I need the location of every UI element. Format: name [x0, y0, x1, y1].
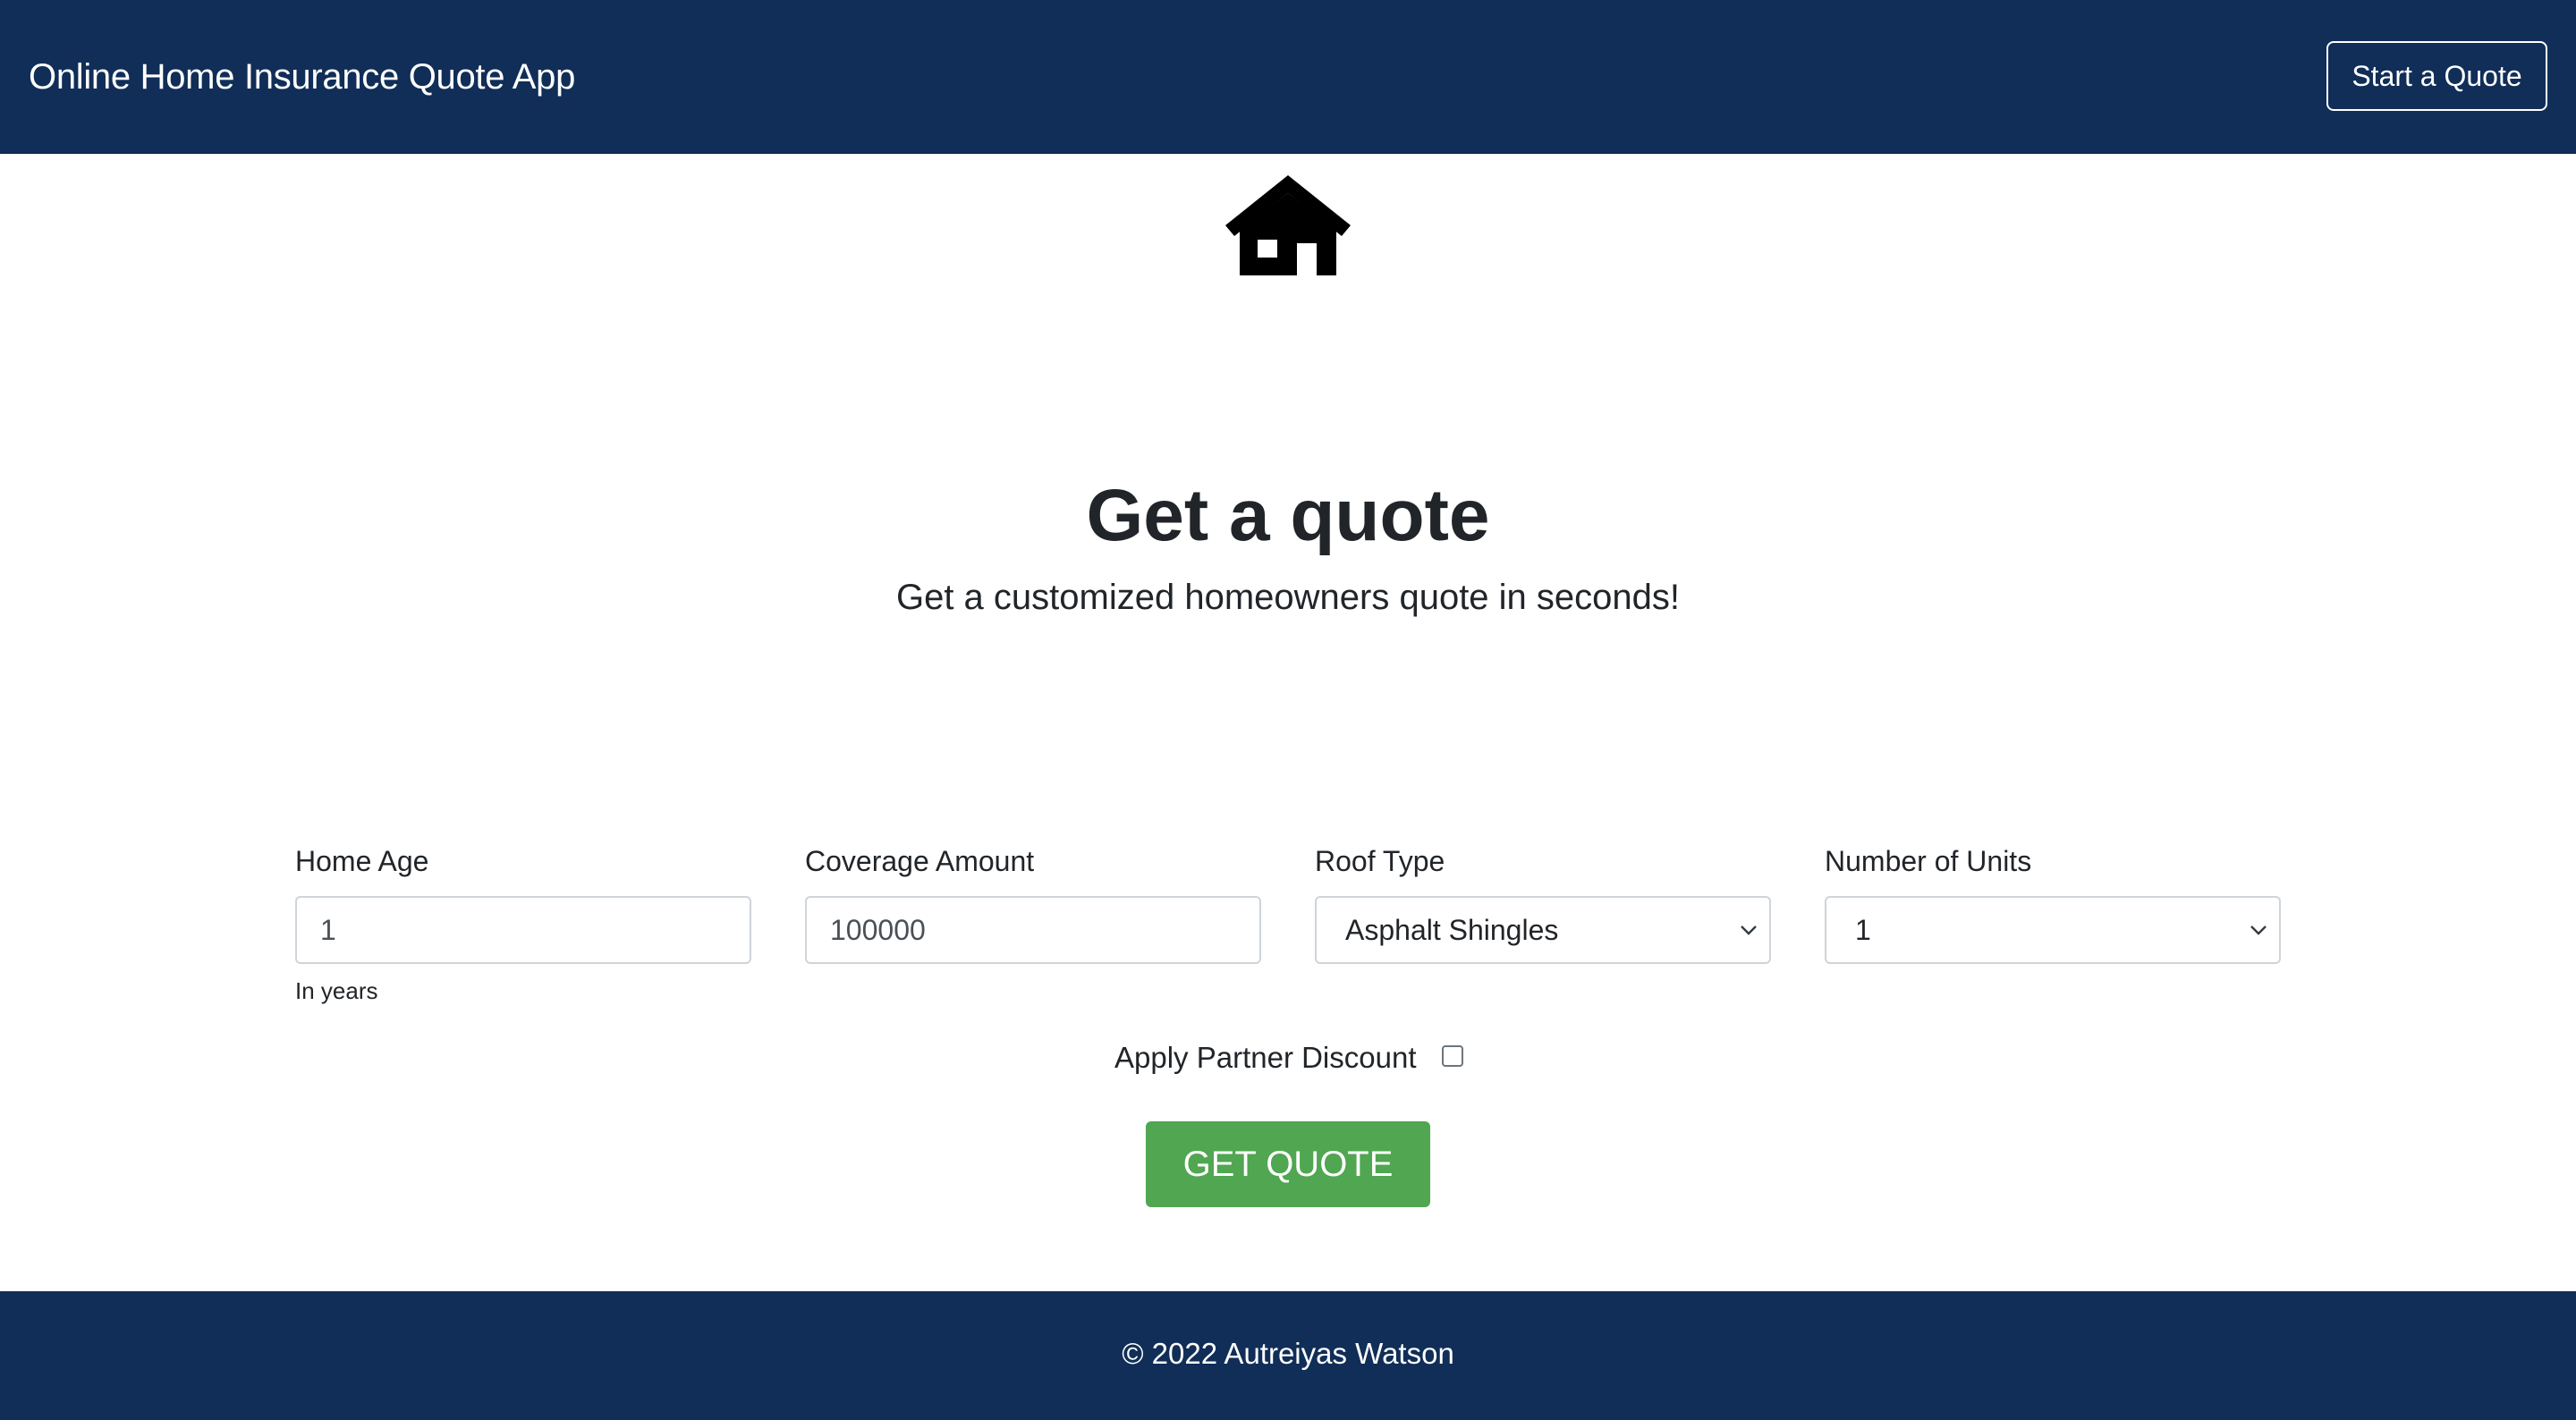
number-of-units-label: Number of Units	[1825, 845, 2032, 877]
roof-type-label: Roof Type	[1315, 845, 1445, 877]
roof-type-select[interactable]: Asphalt Shingles	[1315, 896, 1771, 964]
page-subtitle: Get a customized homeowners quote in sec…	[895, 578, 1681, 617]
number-of-units-select[interactable]: 1	[1825, 896, 2281, 964]
number-of-units-selected: 1	[1855, 914, 1871, 946]
house-icon	[1225, 175, 1351, 275]
app-brand[interactable]: Online Home Insurance Quote App	[29, 52, 575, 102]
partner-discount-checkbox[interactable]	[1441, 1045, 1463, 1067]
roof-type-group: Roof Type Asphalt Shingles	[1315, 841, 1773, 964]
home-age-input[interactable]	[295, 896, 751, 964]
partner-discount-label: Apply Partner Discount	[1114, 1041, 1417, 1074]
page-title: Get a quote	[1086, 475, 1490, 556]
roof-type-selected: Asphalt Shingles	[1345, 914, 1559, 946]
home-age-help: In years	[295, 977, 378, 1004]
home-age-group: Home Age In years	[295, 841, 753, 1004]
home-age-label: Home Age	[295, 845, 429, 877]
coverage-amount-group: Coverage Amount	[805, 841, 1263, 964]
footer: © 2022 Autreiyas Watson	[0, 1291, 2576, 1420]
coverage-amount-label: Coverage Amount	[805, 845, 1035, 877]
navbar: Online Home Insurance Quote App Start a …	[0, 0, 2576, 154]
coverage-amount-input[interactable]	[805, 896, 1261, 964]
partner-discount-row: Apply Partner Discount	[1114, 1035, 1463, 1080]
chevron-down-icon	[2250, 926, 2267, 935]
start-quote-button[interactable]: Start a Quote	[2326, 41, 2547, 111]
get-quote-button[interactable]: GET QUOTE	[1146, 1121, 1430, 1207]
footer-copyright: © 2022 Autreiyas Watson	[1122, 1337, 1454, 1370]
chevron-down-icon	[1741, 926, 1757, 935]
number-of-units-group: Number of Units 1	[1825, 841, 2283, 964]
